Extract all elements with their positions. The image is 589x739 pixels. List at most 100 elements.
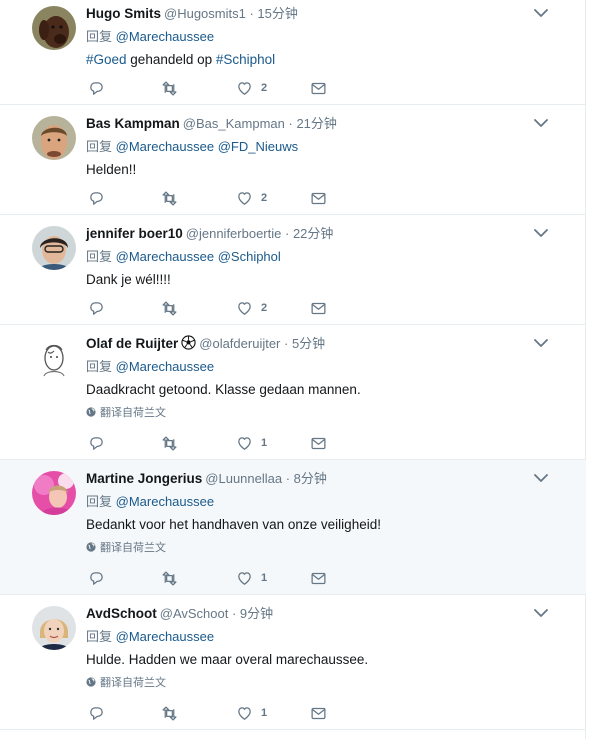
timestamp[interactable]: · 15分钟: [249, 6, 297, 21]
tweet-header: AvdSchoot @AvSchoot · 9分钟: [86, 605, 556, 623]
translate-tweet-link[interactable]: 翻译自荷兰文: [86, 406, 556, 420]
chevron-down-icon[interactable]: [534, 118, 548, 128]
like-button[interactable]: 2: [236, 79, 267, 97]
timestamp[interactable]: · 8分钟: [286, 471, 327, 486]
avatar[interactable]: [32, 336, 76, 380]
globe-icon: [86, 542, 96, 552]
retweet-button[interactable]: [161, 704, 178, 722]
reply-icon: [88, 80, 105, 97]
chevron-down-icon[interactable]: [534, 228, 548, 238]
user-handle[interactable]: @jenniferboertie: [186, 226, 282, 241]
reply-icon: [88, 435, 105, 452]
direct-message-button[interactable]: [310, 189, 327, 207]
reply-button[interactable]: [88, 189, 105, 207]
direct-message-button[interactable]: [310, 299, 327, 317]
like-button[interactable]: 1: [236, 704, 267, 722]
reply-context: 回复 @Marechaussee: [86, 493, 556, 511]
avatar[interactable]: [32, 226, 76, 270]
mention-link[interactable]: @Marechaussee @Schiphol: [116, 249, 281, 264]
reply-button[interactable]: [88, 704, 105, 722]
retweet-button[interactable]: [161, 434, 178, 452]
direct-message-button[interactable]: [310, 704, 327, 722]
direct-message-button[interactable]: [310, 79, 327, 97]
tweet-actions: 2: [86, 299, 346, 317]
like-count: 2: [261, 82, 268, 94]
reply-button[interactable]: [88, 434, 105, 452]
like-button[interactable]: 1: [236, 434, 267, 452]
hashtag-link[interactable]: #Schiphol: [216, 52, 275, 67]
display-name[interactable]: AvdSchoot: [86, 606, 157, 621]
reply-context: 回复 @Marechaussee @Schiphol: [86, 248, 556, 266]
user-handle[interactable]: @Bas_Kampman: [183, 116, 285, 131]
direct-message-button[interactable]: [310, 569, 327, 587]
mention-link[interactable]: @Marechaussee: [116, 29, 214, 44]
user-handle[interactable]: @AvSchoot: [160, 606, 229, 621]
reply-button[interactable]: [88, 569, 105, 587]
tweet-item[interactable]: Bas Kampman @Bas_Kampman · 21分钟 回复 @Marec…: [0, 105, 586, 215]
user-handle[interactable]: @olafderuijter: [199, 336, 280, 351]
user-handle[interactable]: @Luunnellaa: [205, 471, 282, 486]
retweet-icon: [161, 190, 178, 207]
display-name[interactable]: Hugo Smits: [86, 6, 161, 21]
retweet-button[interactable]: [161, 189, 178, 207]
translate-tweet-link[interactable]: 翻译自荷兰文: [86, 676, 556, 690]
display-name[interactable]: jennifer boer10: [86, 226, 183, 241]
timestamp[interactable]: · 5分钟: [284, 336, 325, 351]
reply-button[interactable]: [88, 79, 105, 97]
timestamp[interactable]: · 21分钟: [289, 116, 337, 131]
reply-prefix: 回复: [86, 494, 113, 509]
display-name[interactable]: Olaf de Ruijter: [86, 336, 178, 351]
tweet-item[interactable]: AvdSchoot @AvSchoot · 9分钟 回复 @Marechausse…: [0, 595, 586, 730]
hashtag-link[interactable]: #Goed: [86, 52, 127, 67]
translate-tweet-link[interactable]: 翻译自荷兰文: [86, 541, 556, 555]
reply-prefix: 回复: [86, 359, 113, 374]
tweet-item[interactable]: Hugo Smits @Hugosmits1 · 15分钟 回复 @Marecha…: [0, 0, 586, 105]
chevron-down-icon[interactable]: [534, 338, 548, 348]
heart-icon: [236, 705, 253, 722]
user-handle[interactable]: @Hugosmits1: [164, 6, 246, 21]
retweet-button[interactable]: [161, 79, 178, 97]
timestamp[interactable]: · 9分钟: [232, 606, 273, 621]
mention-link[interactable]: @Marechaussee: [116, 629, 214, 644]
tweet-actions: 1: [86, 704, 346, 722]
mention-link[interactable]: @Marechaussee: [116, 359, 214, 374]
reply-icon: [88, 705, 105, 722]
translate-label: 翻译自荷兰文: [100, 407, 166, 419]
tweet-header: Hugo Smits @Hugosmits1 · 15分钟: [86, 5, 556, 23]
tweet-header: jennifer boer10 @jenniferboertie · 22分钟: [86, 225, 556, 243]
retweet-icon: [161, 435, 178, 452]
reply-icon: [88, 300, 105, 317]
tweet-header: Olaf de Ruijter @olafderuijter · 5分钟: [86, 335, 556, 353]
reply-context: 回复 @Marechaussee: [86, 28, 556, 46]
avatar[interactable]: [32, 606, 76, 650]
tweet-item[interactable]: Olaf de Ruijter @olafderuijter · 5分钟 回复 @…: [0, 325, 586, 460]
mention-link[interactable]: @Marechaussee @FD_Nieuws: [116, 139, 298, 154]
display-name[interactable]: Martine Jongerius: [86, 471, 202, 486]
timestamp[interactable]: · 22分钟: [285, 226, 333, 241]
avatar[interactable]: [32, 6, 76, 50]
tweet-item[interactable]: Martine Jongerius @Luunnellaa · 8分钟 回复 @M…: [0, 460, 586, 595]
retweet-button[interactable]: [161, 299, 178, 317]
like-count: 1: [261, 707, 268, 719]
like-button[interactable]: 2: [236, 299, 267, 317]
reply-button[interactable]: [88, 299, 105, 317]
replies-timeline: Hugo Smits @Hugosmits1 · 15分钟 回复 @Marecha…: [0, 0, 586, 739]
avatar[interactable]: [32, 471, 76, 515]
tweet-text: Hulde. Hadden we maar overal marechausse…: [86, 652, 369, 667]
envelope-icon: [310, 190, 327, 207]
retweet-button[interactable]: [161, 569, 178, 587]
avatar[interactable]: [32, 116, 76, 160]
display-name[interactable]: Bas Kampman: [86, 116, 180, 131]
chevron-down-icon[interactable]: [534, 8, 548, 18]
translate-label: 翻译自荷兰文: [100, 677, 166, 689]
direct-message-button[interactable]: [310, 434, 327, 452]
chevron-down-icon[interactable]: [534, 473, 548, 483]
retweet-icon: [161, 705, 178, 722]
tweet-text: Daadkracht getoond. Klasse gedaan mannen…: [86, 382, 361, 397]
tweet-item[interactable]: jennifer boer10 @jenniferboertie · 22分钟 回…: [0, 215, 586, 325]
like-button[interactable]: 1: [236, 569, 267, 587]
reply-prefix: 回复: [86, 139, 113, 154]
chevron-down-icon[interactable]: [534, 608, 548, 618]
like-button[interactable]: 2: [236, 189, 267, 207]
mention-link[interactable]: @Marechaussee: [116, 494, 214, 509]
